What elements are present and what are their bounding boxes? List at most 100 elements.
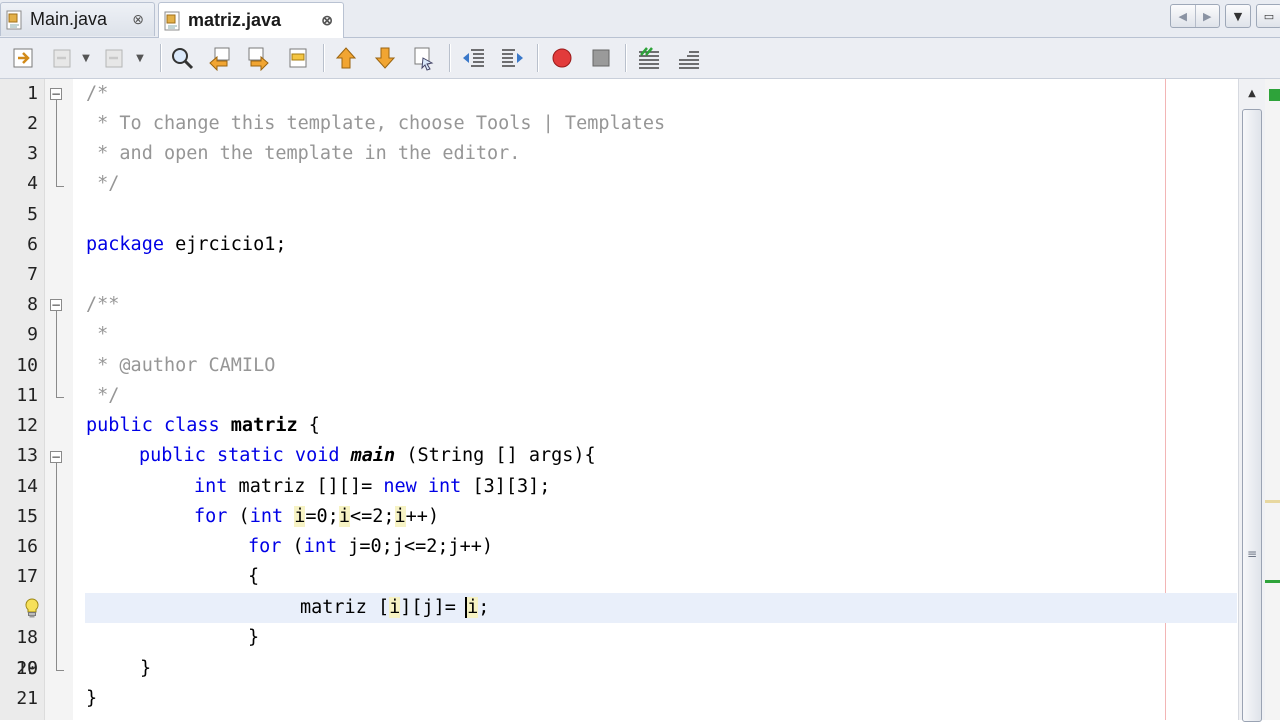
- shift-right-icon[interactable]: [497, 43, 527, 73]
- toolbar-separator: [160, 44, 162, 72]
- tab-scroll-buttons: ◀ ▶: [1170, 4, 1220, 28]
- code-text: matriz [: [300, 597, 390, 618]
- back-icon[interactable]: [48, 43, 78, 73]
- fold-end: [56, 186, 64, 187]
- close-tab-icon[interactable]: ⊗: [132, 11, 144, 28]
- line-number: 7: [27, 264, 38, 285]
- java-file-icon: [6, 10, 24, 30]
- current-line-highlight: [85, 593, 1237, 623]
- code-text: (String [] args){: [395, 445, 596, 466]
- code-line: for (int j=0;j<=2;j++): [248, 532, 493, 562]
- code-line: *: [86, 324, 109, 345]
- line-number: 12: [16, 415, 38, 436]
- change-mark[interactable]: [1265, 580, 1280, 583]
- line-number: 6: [27, 234, 38, 255]
- forward-icon[interactable]: [100, 43, 130, 73]
- scroll-tabs-left-icon[interactable]: ◀: [1171, 5, 1196, 27]
- occurrence-highlight: i: [394, 506, 406, 527]
- code-text: matriz [][]=: [227, 476, 384, 497]
- code-text: ++): [405, 506, 440, 527]
- tab-label: Main.java: [30, 9, 108, 29]
- occurrence-mark[interactable]: [1265, 500, 1280, 503]
- code-text: ejrcicio1;: [163, 234, 287, 255]
- scrollbar-thumb[interactable]: ≡: [1242, 109, 1262, 722]
- back-dropdown-icon[interactable]: ▼: [76, 43, 96, 73]
- vertical-scrollbar[interactable]: ▲ ≡: [1238, 79, 1265, 722]
- toolbar-separator: [449, 44, 451, 72]
- code-text: j=0;j<=2;j++): [337, 536, 494, 557]
- toolbar-separator: [323, 44, 325, 72]
- comment-icon[interactable]: [634, 43, 664, 73]
- tab-label: matriz.java: [188, 10, 282, 30]
- last-edit-icon[interactable]: [9, 43, 39, 73]
- right-margin-line: [1165, 79, 1166, 720]
- toggle-bookmark-icon[interactable]: [409, 43, 439, 73]
- line-number: 8: [27, 294, 38, 315]
- fold-guide: [56, 463, 57, 670]
- tab-main-java[interactable]: Main.java ⊗: [0, 2, 155, 36]
- fold-toggle-icon[interactable]: −: [50, 451, 62, 463]
- uncomment-icon[interactable]: [674, 43, 704, 73]
- code-line: }: [140, 658, 152, 679]
- fold-toggle-icon[interactable]: −: [50, 299, 62, 311]
- method-name: main: [350, 445, 396, 466]
- occurrence-highlight: i: [389, 597, 401, 618]
- editor-tab-bar: Main.java ⊗ matriz.java ⊗ ◀ ▶ ▼ ▭: [0, 0, 1280, 38]
- shift-left-icon[interactable]: [459, 43, 489, 73]
- fold-end: [56, 670, 64, 671]
- next-bookmark-icon[interactable]: [370, 43, 400, 73]
- find-previous-icon[interactable]: [205, 43, 235, 73]
- line-number: 14: [16, 476, 38, 497]
- class-name: matriz: [230, 415, 298, 436]
- keyword: int: [249, 506, 284, 527]
- code-line: }: [248, 627, 260, 648]
- line-number: 9: [27, 324, 38, 345]
- error-stripe[interactable]: [1265, 79, 1280, 720]
- java-file-icon: [164, 11, 182, 31]
- code-folding-margin: [44, 79, 73, 720]
- code-text: ;: [478, 597, 490, 618]
- code-line: matriz [i][j]= i;: [300, 593, 489, 623]
- code-text: ][j]=: [400, 597, 468, 618]
- tab-list-dropdown-icon[interactable]: ▼: [1225, 4, 1251, 28]
- forward-dropdown-icon[interactable]: ▼: [130, 43, 150, 73]
- code-line: */: [86, 385, 120, 406]
- find-next-icon[interactable]: [243, 43, 273, 73]
- code-line: public static void main (String [] args)…: [139, 441, 596, 471]
- line-number: 1: [27, 83, 38, 104]
- keyword: public class: [86, 415, 220, 436]
- fold-toggle-icon[interactable]: −: [50, 88, 62, 100]
- tab-matriz-java[interactable]: matriz.java ⊗: [158, 2, 344, 38]
- line-number: 5: [27, 204, 38, 225]
- keyword: public static void: [139, 445, 340, 466]
- maximize-window-icon[interactable]: ▭: [1256, 4, 1280, 28]
- code-line: public class matriz {: [86, 411, 320, 441]
- code-line: {: [248, 566, 260, 587]
- stop-macro-icon[interactable]: [586, 43, 616, 73]
- editor-toolbar: ▼ ▼: [0, 38, 1280, 79]
- toolbar-separator: [625, 44, 627, 72]
- fold-end: [56, 397, 64, 398]
- code-text: =0;: [305, 506, 339, 527]
- start-macro-icon[interactable]: [547, 43, 577, 73]
- text-caret: i: [465, 597, 479, 618]
- code-line: for (int i=0;i<=2;i++): [194, 502, 439, 532]
- line-number: 18: [16, 627, 38, 648]
- find-icon[interactable]: [167, 43, 197, 73]
- no-errors-marker[interactable]: [1269, 89, 1280, 101]
- code-line: */: [86, 173, 120, 194]
- lightbulb-icon[interactable]: [22, 597, 42, 619]
- code-text: {: [297, 415, 320, 436]
- line-number: 20: [16, 658, 38, 679]
- fold-guide: [56, 100, 57, 186]
- previous-bookmark-icon[interactable]: [331, 43, 361, 73]
- toolbar-separator: [537, 44, 539, 72]
- line-number: 17: [16, 566, 38, 587]
- toggle-highlight-icon[interactable]: [283, 43, 313, 73]
- scroll-tabs-right-icon[interactable]: ▶: [1196, 5, 1220, 27]
- close-tab-icon[interactable]: ⊗: [321, 12, 333, 29]
- code-line: * @author CAMILO: [86, 355, 276, 376]
- code-text: <=2;: [349, 506, 395, 527]
- keyword: for: [194, 506, 228, 527]
- scroll-up-icon[interactable]: ▲: [1239, 83, 1265, 103]
